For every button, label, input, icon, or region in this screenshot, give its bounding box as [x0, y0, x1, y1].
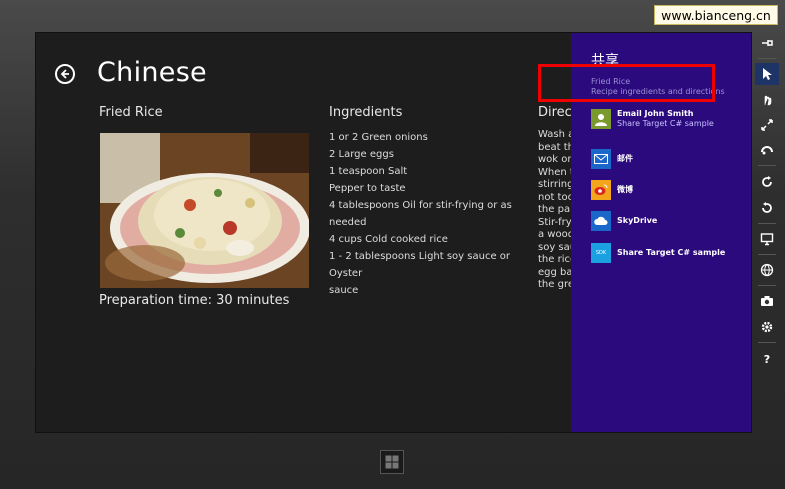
directions-line: Stir-fry: [538, 216, 571, 228]
rotate-clockwise-button[interactable]: [755, 171, 779, 193]
preparation-time: Preparation time: 30 minutes: [99, 293, 290, 308]
directions-line: a wood: [538, 229, 571, 240]
list-item: 2 Large eggs: [329, 149, 394, 160]
directions-line: the rice: [538, 254, 571, 265]
set-location-button[interactable]: [755, 259, 779, 281]
share-target-name: Share Target C# sample: [617, 248, 726, 257]
settings-icon: [761, 321, 773, 333]
touch-icon: [764, 95, 772, 106]
directions-line: stirring,: [538, 179, 571, 190]
toolbar-divider: [758, 254, 776, 255]
screenshot-icon: [761, 296, 773, 306]
rotate-touch-icon: [761, 146, 773, 155]
cloud-icon: [591, 211, 611, 231]
share-target-sdk-sample[interactable]: SDK Share Target C# sample: [591, 242, 725, 264]
list-item: 1 or 2 Green onions: [329, 132, 428, 143]
rotation-touch-button[interactable]: [755, 139, 779, 161]
toolbar-divider: [758, 342, 776, 343]
touch-mode-button[interactable]: [755, 88, 779, 110]
back-arrow-icon: [60, 69, 69, 79]
mail-icon: [591, 149, 611, 169]
help-button[interactable]: ?: [755, 348, 779, 370]
share-target-name: Email John Smith: [617, 109, 694, 118]
list-item: needed: [329, 217, 367, 228]
list-item: 4 cups Cold cooked rice: [329, 234, 448, 245]
pinch-zoom-button[interactable]: [755, 114, 779, 136]
share-target-desc: Share Target C# sample: [617, 119, 714, 128]
list-item: 1 - 2 tablespoons Light soy sauce or Oys…: [329, 251, 511, 279]
ingredients-list: 1 or 2 Green onions 2 Large eggs 1 teasp…: [329, 129, 529, 299]
list-item: Pepper to taste: [329, 183, 406, 194]
toolbar-divider: [758, 285, 776, 286]
mouse-mode-button[interactable]: [755, 63, 779, 85]
directions-line: beat the: [538, 141, 571, 153]
share-target-skydrive[interactable]: SkyDrive: [591, 210, 657, 232]
share-target-weibo[interactable]: 微博: [591, 179, 633, 201]
resolution-icon: [760, 233, 774, 246]
directions-text: Wash and beat the wok or When th stirrin…: [538, 129, 571, 292]
directions-line: not too: [538, 191, 571, 203]
change-resolution-button[interactable]: [755, 228, 779, 250]
recipe-image: [100, 133, 309, 288]
windows-home-button[interactable]: [380, 450, 404, 474]
windows-logo-icon: [385, 455, 399, 469]
directions-line: wok or: [538, 154, 571, 165]
pinch-zoom-icon: [761, 119, 773, 131]
pin-button[interactable]: [755, 32, 779, 54]
share-target-mail[interactable]: 邮件: [591, 148, 633, 170]
toolbar-divider: [758, 58, 776, 59]
help-icon: ?: [763, 352, 771, 366]
share-target-email-john-smith[interactable]: Email John Smith Share Target C# sample: [591, 108, 714, 130]
directions-line: the gree: [538, 279, 571, 290]
location-icon: [760, 263, 774, 277]
pin-icon: [762, 40, 773, 46]
share-target-name: SkyDrive: [617, 216, 658, 225]
rotate-clockwise-icon: [762, 176, 772, 187]
ingredients-heading: Ingredients: [329, 105, 403, 120]
sdk-icon: SDK: [591, 243, 611, 263]
mouse-pointer-icon: [763, 68, 772, 80]
directions-line: When th: [538, 166, 571, 178]
page-title: Chinese: [97, 57, 207, 88]
screenshot-button[interactable]: [755, 290, 779, 312]
contact-icon: [591, 109, 611, 129]
toolbar-divider: [758, 223, 776, 224]
share-target-name: 邮件: [617, 154, 633, 163]
recipe-title: Fried Rice: [99, 105, 163, 120]
watermark: www.bianceng.cn: [654, 5, 778, 25]
simulator-toolbar: ?: [753, 32, 781, 377]
settings-button[interactable]: [755, 316, 779, 338]
list-item: sauce: [329, 285, 359, 296]
directions-line: egg bac: [538, 266, 571, 278]
back-button[interactable]: [55, 64, 75, 84]
list-item: 4 tablespoons Oil for stir-frying or as: [329, 200, 512, 211]
directions-line: soy sau: [538, 241, 571, 253]
share-target-name: 微博: [617, 185, 633, 194]
list-item: 1 teaspoon Salt: [329, 166, 408, 177]
weibo-icon: [591, 180, 611, 200]
selection-highlight: [538, 64, 715, 102]
directions-line: Wash and: [538, 129, 571, 140]
directions-line: the pan: [538, 204, 571, 215]
sdk-tile-label: SDK: [595, 250, 607, 256]
toolbar-divider: [758, 165, 776, 166]
rotate-counterclockwise-button[interactable]: [755, 197, 779, 219]
rotate-counterclockwise-icon: [762, 202, 772, 213]
